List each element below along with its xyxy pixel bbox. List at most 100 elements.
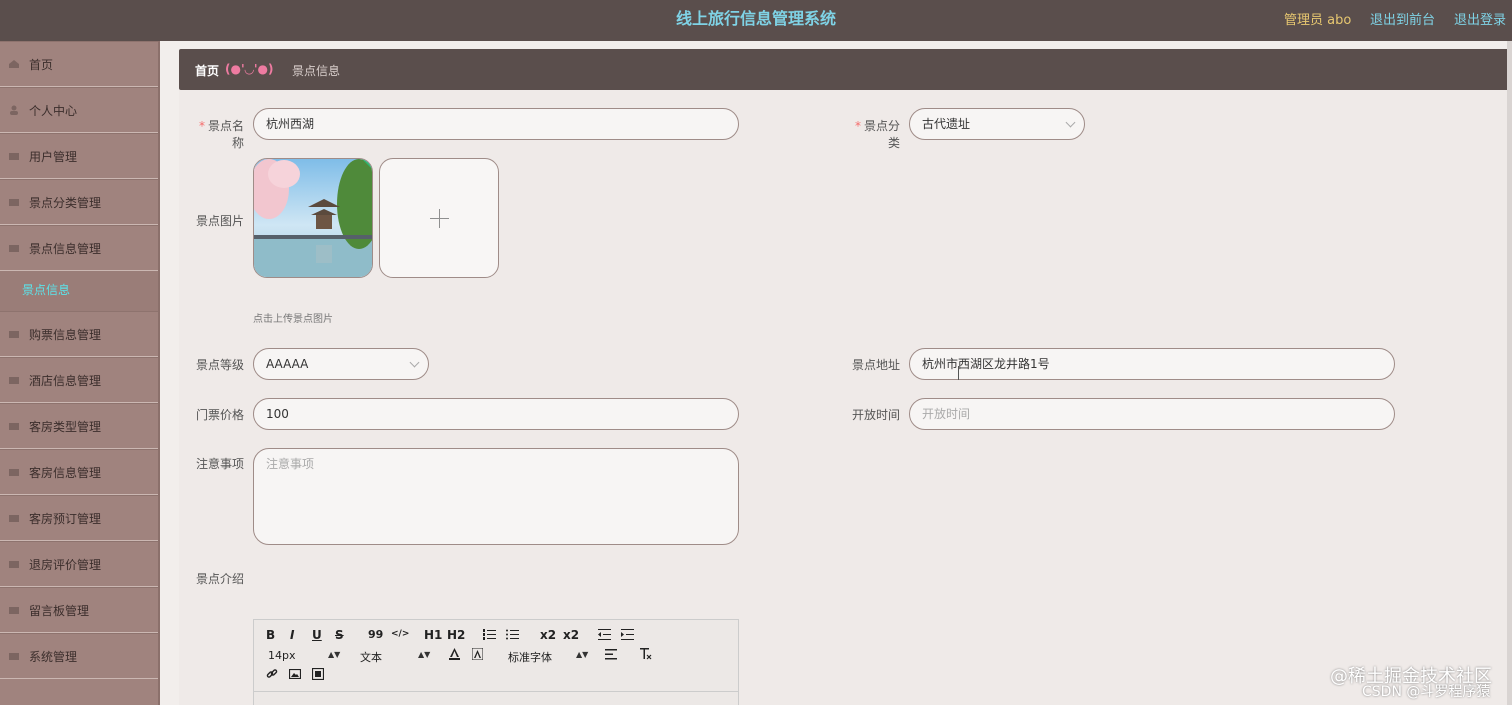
required-mark: *: [854, 119, 861, 133]
subscript-button[interactable]: x2: [540, 628, 556, 642]
sidebar-item-label: 首页: [29, 58, 54, 72]
settings-icon: [9, 653, 19, 660]
image-label: 景点图片: [195, 214, 244, 228]
clear-format-icon[interactable]: [639, 648, 652, 660]
level-select[interactable]: AAAAA: [253, 348, 429, 380]
font-family-select[interactable]: 标准字体 ▲▼: [508, 649, 588, 665]
sidebar-item-label: 留言板管理: [29, 604, 90, 618]
sidebar-item-label: 用户管理: [29, 150, 78, 164]
editor-toolbar: B I U S 99 </> H1 H2 x2 x2 14px ▲▼ 文本 ▲▼ 标…: [254, 620, 738, 692]
ticket-icon: [9, 331, 19, 338]
chevron-updown-icon: ▲▼: [418, 650, 431, 659]
intro-label: 景点介绍: [195, 572, 244, 586]
sidebar-item-label: 客房信息管理: [29, 466, 102, 480]
review-icon: [9, 561, 19, 568]
breadcrumb-emoticon: (●'◡'●): [225, 62, 274, 76]
name-label: * 景点名称: [198, 119, 244, 150]
heading1-button[interactable]: H1: [424, 628, 442, 642]
superscript-button[interactable]: x2: [563, 628, 579, 642]
sidebar-item-label: 退房评价管理: [29, 558, 102, 572]
sidebar-item-label: 客房类型管理: [29, 420, 102, 434]
sidebar-item-room-types[interactable]: 客房类型管理: [0, 403, 158, 449]
price-label: 门票价格: [195, 408, 244, 422]
sidebar-item-label: 个人中心: [29, 104, 78, 118]
align-icon[interactable]: [605, 649, 617, 660]
open-time-label: 开放时间: [851, 408, 900, 422]
admin-name: 管理员 abo: [1284, 13, 1352, 28]
category-label: * 景点分类: [854, 119, 900, 150]
uploaded-image-thumb[interactable]: [253, 158, 373, 278]
sidebar-subitem-scenic-info[interactable]: 景点信息: [0, 271, 158, 311]
sidebar-item-checkout-reviews[interactable]: 退房评价管理: [0, 541, 158, 587]
strike-button[interactable]: S: [335, 628, 344, 642]
sidebar-item-scenic-info[interactable]: 景点信息管理: [0, 225, 158, 271]
sidebar-item-rooms[interactable]: 客房信息管理: [0, 449, 158, 495]
text-cursor-icon: [958, 366, 959, 380]
outdent-icon[interactable]: [598, 629, 611, 640]
breadcrumb: 首页 (●'◡'●) 景点信息: [179, 49, 1509, 90]
home-icon: [9, 60, 19, 68]
sidebar-item-scenic-category[interactable]: 景点分类管理: [0, 179, 158, 225]
sidebar-item-label: 购票信息管理: [29, 328, 102, 342]
bold-button[interactable]: B: [266, 628, 275, 642]
vertical-scrollbar[interactable]: [1507, 41, 1512, 705]
italic-button[interactable]: I: [290, 628, 294, 642]
notes-label: 注意事项: [195, 457, 244, 471]
chevron-updown-icon: ▲▼: [576, 650, 589, 659]
sidebar-item-hotels[interactable]: 酒店信息管理: [0, 357, 158, 403]
open-time-input[interactable]: 开放时间: [909, 398, 1395, 430]
add-image-button[interactable]: [379, 158, 499, 278]
exit-to-front-link[interactable]: 退出到前台: [1370, 9, 1435, 28]
west-lake-pavilion-image: [254, 159, 372, 277]
sidebar-item-profile[interactable]: 个人中心: [0, 87, 158, 133]
sidebar: 首页 个人中心 用户管理 景点分类管理 景点信息管理 景点信息 购票信息管理 酒…: [0, 41, 160, 705]
link-icon[interactable]: [266, 668, 278, 680]
category-icon: [9, 199, 19, 206]
bullet-list-icon[interactable]: [506, 629, 519, 640]
top-header: 线上旅行信息管理系统 管理员 abo 退出到前台 退出登录: [0, 0, 1512, 41]
scenic-form: * 景点名称 杭州西湖 * 景点分类 古代遗址 景点图片 点击上传景点图片 景点…: [179, 90, 1509, 705]
room-type-icon: [9, 423, 19, 430]
logout-link[interactable]: 退出登录: [1454, 9, 1506, 28]
price-input[interactable]: 100: [253, 398, 739, 430]
users-icon: [9, 153, 19, 160]
sidebar-item-home[interactable]: 首页: [0, 41, 158, 87]
address-input[interactable]: 杭州市西湖区龙井路1号: [909, 348, 1395, 380]
heading2-button[interactable]: H2: [447, 628, 465, 642]
room-icon: [9, 469, 19, 476]
sidebar-item-label: 景点分类管理: [29, 196, 102, 210]
sidebar-item-message-board[interactable]: 留言板管理: [0, 587, 158, 633]
main-content: 首页 (●'◡'●) 景点信息 * 景点名称 杭州西湖 * 景点分类 古代遗址 景点…: [160, 41, 1512, 705]
breadcrumb-home[interactable]: 首页: [195, 62, 219, 79]
sidebar-item-label: 景点信息管理: [29, 242, 102, 256]
code-button[interactable]: </>: [391, 629, 409, 639]
category-select[interactable]: 古代遗址: [909, 108, 1085, 140]
underline-button[interactable]: U: [312, 628, 322, 642]
address-label: 景点地址: [851, 358, 900, 372]
sidebar-item-bookings[interactable]: 客房预订管理: [0, 495, 158, 541]
scenic-name-input[interactable]: 杭州西湖: [253, 108, 739, 140]
sidebar-item-users[interactable]: 用户管理: [0, 133, 158, 179]
hotel-icon: [9, 377, 19, 384]
breadcrumb-current: 景点信息: [292, 64, 341, 78]
sidebar-item-system[interactable]: 系统管理: [0, 633, 158, 679]
image-icon[interactable]: [289, 669, 301, 679]
chevron-updown-icon: ▲▼: [328, 650, 341, 659]
font-size-select[interactable]: 14px ▲▼: [268, 649, 340, 662]
required-mark: *: [198, 119, 205, 133]
video-icon[interactable]: [312, 668, 324, 680]
rich-text-editor[interactable]: B I U S 99 </> H1 H2 x2 x2 14px ▲▼ 文本 ▲▼ 标…: [253, 619, 739, 705]
level-label: 景点等级: [195, 358, 244, 372]
indent-icon[interactable]: [621, 629, 634, 640]
notes-textarea[interactable]: 注意事项: [253, 448, 739, 545]
sidebar-item-tickets[interactable]: 购票信息管理: [0, 311, 158, 357]
background-color-icon[interactable]: [472, 648, 483, 660]
info-icon: [9, 245, 19, 252]
sidebar-item-label: 客房预订管理: [29, 512, 102, 526]
image-upload-hint: 点击上传景点图片: [253, 314, 333, 325]
paragraph-select[interactable]: 文本 ▲▼: [360, 649, 430, 665]
quote-button[interactable]: 99: [368, 628, 383, 641]
sidebar-item-label: 酒店信息管理: [29, 374, 102, 388]
font-color-icon[interactable]: [449, 648, 460, 660]
ordered-list-icon[interactable]: [483, 629, 496, 640]
